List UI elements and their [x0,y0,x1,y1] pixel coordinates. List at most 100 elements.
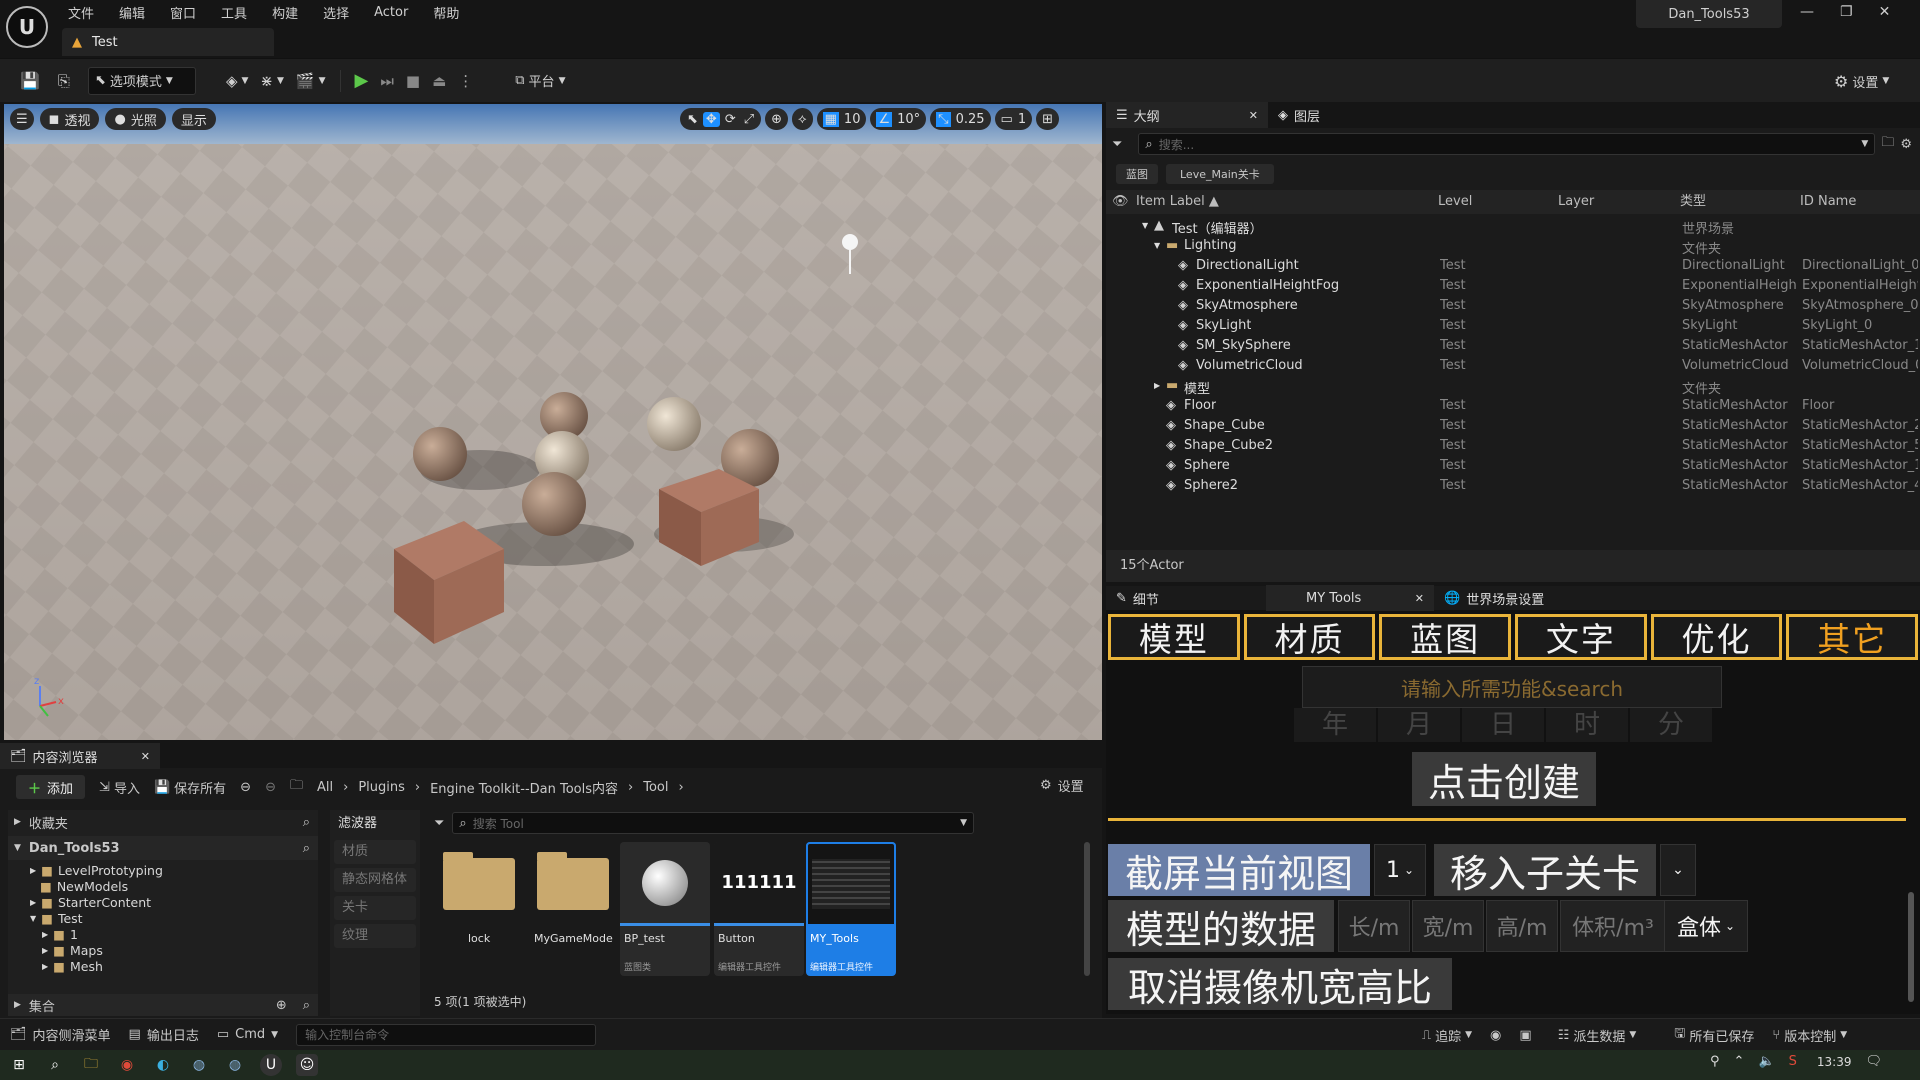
platform-button[interactable]: ⧉ 平台 ▼ [509,67,571,95]
asset-tile-selected[interactable]: MY_Tools 编辑器工具控件 [806,842,896,976]
add-button[interactable]: ＋ 添加 [16,775,86,799]
steam-icon[interactable]: ◍ [188,1054,210,1076]
minimize-icon[interactable]: — [1800,4,1814,20]
outliner-row[interactable]: ◈ Shape_Cube Test StaticMeshActor StaticMesh… [1106,416,1918,436]
menu-edit[interactable]: 编辑 [119,3,145,22]
rotation-snap[interactable]: ∠ 10° [870,108,927,130]
tab-details[interactable]: ✎ 细节 [1106,585,1266,611]
time-field-minute[interactable]: 分 [1630,708,1712,742]
perspective-button[interactable]: ◼ 透视 [39,108,100,130]
model-data-button[interactable]: 模型的数据 [1108,900,1334,952]
close-icon[interactable]: ✕ [1415,592,1424,605]
show-button[interactable]: 显示 [171,108,216,130]
tab-outliner[interactable]: ☰ 大纲 ✕ [1106,102,1268,128]
console-input[interactable]: 输入控制台命令 [296,1023,597,1046]
app-taskbar-icon[interactable]: ☺ [296,1054,318,1076]
asset-scrollbar[interactable] [1084,842,1090,976]
stop-icon[interactable]: ■ [400,67,426,95]
advance-frame-icon[interactable]: ⏭ [374,67,400,95]
breadcrumb-tool[interactable]: Tool [643,780,668,795]
chip-blueprint[interactable]: 蓝图 [1116,164,1158,184]
scale-snap[interactable]: ⤡ 0.25 [930,108,991,130]
filter-texture[interactable]: 纹理 [334,924,416,948]
blueprint-button[interactable]: ⋇ ▼ [254,67,290,95]
category-material[interactable]: 材质 [1243,614,1376,660]
close-icon[interactable]: ✕ [141,750,150,763]
chevron-right-icon[interactable]: › [679,780,684,795]
rotate-icon[interactable]: ⟳ [722,112,739,127]
unreal-logo-icon[interactable]: U [6,6,48,48]
add-actor-button[interactable]: ◈ ▼ [220,67,254,95]
height-field[interactable]: 高/m [1486,900,1558,952]
time-field-month[interactable]: 月 [1378,708,1460,742]
source-control-button[interactable]: ⑂ 版本控制 ▼ [1772,1026,1847,1045]
more-options-icon[interactable]: ⋮ [452,67,479,95]
scale-icon[interactable]: ⤢ [741,112,757,127]
level-viewport[interactable]: z x ☰ ◼ 透视 ● 光照 显示 ⬉ ✥ ⟳ ⤢ ⊕ ⟡ ▦ 10 ∠ 10° ⤡ 0… [4,104,1102,740]
col-id-name[interactable]: ID Name [1800,190,1856,214]
outliner-row[interactable]: ◈ SkyLight Test SkyLight SkyLight_0 [1106,316,1918,336]
filter-level[interactable]: 关卡 [334,896,416,920]
cmd-select[interactable]: ▭ Cmd ▼ [217,1027,278,1042]
breadcrumb-engine-toolkit[interactable]: Engine Toolkit--Dan Tools内容 [430,778,618,797]
tree-item[interactable]: ▼ ■ Test [30,910,318,926]
breadcrumb-plugins[interactable]: Plugins [358,780,405,795]
category-blueprint[interactable]: 蓝图 [1379,614,1512,660]
tab-world-settings[interactable]: 🌐 世界场景设置 [1434,585,1554,611]
all-saved-button[interactable]: 🖫 所有已保存 [1674,1024,1754,1046]
add-collection-icon[interactable]: ⊕ [276,998,287,1013]
tab-my-tools[interactable]: MY Tools ✕ [1266,585,1434,611]
save-all-button[interactable]: 💾 保存所有 [154,778,226,797]
folder-icon[interactable]: 🗀 [290,776,303,798]
close-icon[interactable]: ✕ [1249,109,1258,122]
outliner-row[interactable]: ▼ ▲ Test（编辑器） 世界场景 [1106,216,1918,237]
add-folder-icon[interactable]: 🗀 [1881,133,1894,155]
time-field-year[interactable]: 年 [1294,708,1376,742]
expander-icon[interactable]: ▼ [1154,241,1160,250]
save-icon[interactable]: 💾 [14,67,46,95]
tree-item[interactable]: ▶ ■ StarterContent [30,894,318,910]
screenshot-count-select[interactable]: 1 ⌄ [1374,844,1426,896]
maximize-icon[interactable]: ❐ [1840,4,1853,20]
volume-field[interactable]: 体积/m³ [1560,900,1666,952]
content-settings-button[interactable]: ⚙ 设置 [1040,776,1084,795]
outliner-row[interactable]: ▼ ▬ Lighting 文件夹 [1106,236,1918,257]
outliner-row[interactable]: ◈ Sphere Test StaticMeshActor StaticMeshActo… [1106,456,1918,476]
tree-item[interactable]: ▶ ■ Maps [30,942,318,958]
ime-icon[interactable]: S [1789,1054,1797,1069]
forward-icon[interactable]: ⊖ [265,780,276,795]
outliner-row[interactable]: ▶ ▬ 模型 文件夹 [1106,376,1918,397]
edge-icon[interactable]: ◐ [152,1054,174,1076]
category-optimize[interactable]: 优化 [1650,614,1783,660]
notification-icon[interactable]: 🗨 [1865,1054,1882,1069]
volume-icon[interactable]: 🔈 [1758,1054,1774,1069]
play-icon[interactable]: ▶ [349,67,375,95]
category-text[interactable]: 文字 [1515,614,1647,660]
expander-icon[interactable]: ▼ [1142,221,1148,230]
level-tab[interactable]: ▲ Test [62,28,274,56]
viewport-menu-button[interactable]: ☰ [10,108,34,130]
chevron-right-icon[interactable]: › [343,780,348,795]
width-field[interactable]: 宽/m [1412,900,1484,952]
asset-tile[interactable]: lock [434,842,524,976]
sublevel-dropdown[interactable]: ⌄ [1660,844,1696,896]
outliner-row[interactable]: ◈ DirectionalLight Test DirectionalLight Dir… [1106,256,1918,276]
outliner-search-input[interactable]: ⌕ 搜索... ▼ [1138,133,1876,155]
select-icon[interactable]: ⬉ [684,112,701,127]
category-other[interactable]: 其它 [1786,614,1919,660]
search-icon[interactable]: ⌕ [303,841,310,856]
gear-icon[interactable]: ⚙ [1900,137,1912,152]
expander-icon[interactable]: ▶ [1154,381,1160,390]
shape-select[interactable]: 盒体 ⌄ [1664,900,1748,952]
chrome-icon[interactable]: ◉ [116,1054,138,1076]
outliner-row[interactable]: ◈ SkyAtmosphere Test SkyAtmosphere SkyAtmosp… [1106,296,1918,316]
cancel-aspect-ratio-button[interactable]: 取消摄像机宽高比 [1108,958,1452,1010]
camera-speed[interactable]: ▭ 1 [994,108,1033,130]
world-local-toggle[interactable]: ⊕ [765,108,789,130]
derived-data-button[interactable]: ☷ 派生数据 ▼ [1558,1026,1637,1045]
col-level[interactable]: Level [1438,190,1472,214]
eject-icon[interactable]: ⏏ [426,67,452,95]
search-icon[interactable]: ⌕ [303,815,310,830]
details-scrollbar[interactable] [1908,892,1914,1002]
filter-material[interactable]: 材质 [334,840,416,864]
